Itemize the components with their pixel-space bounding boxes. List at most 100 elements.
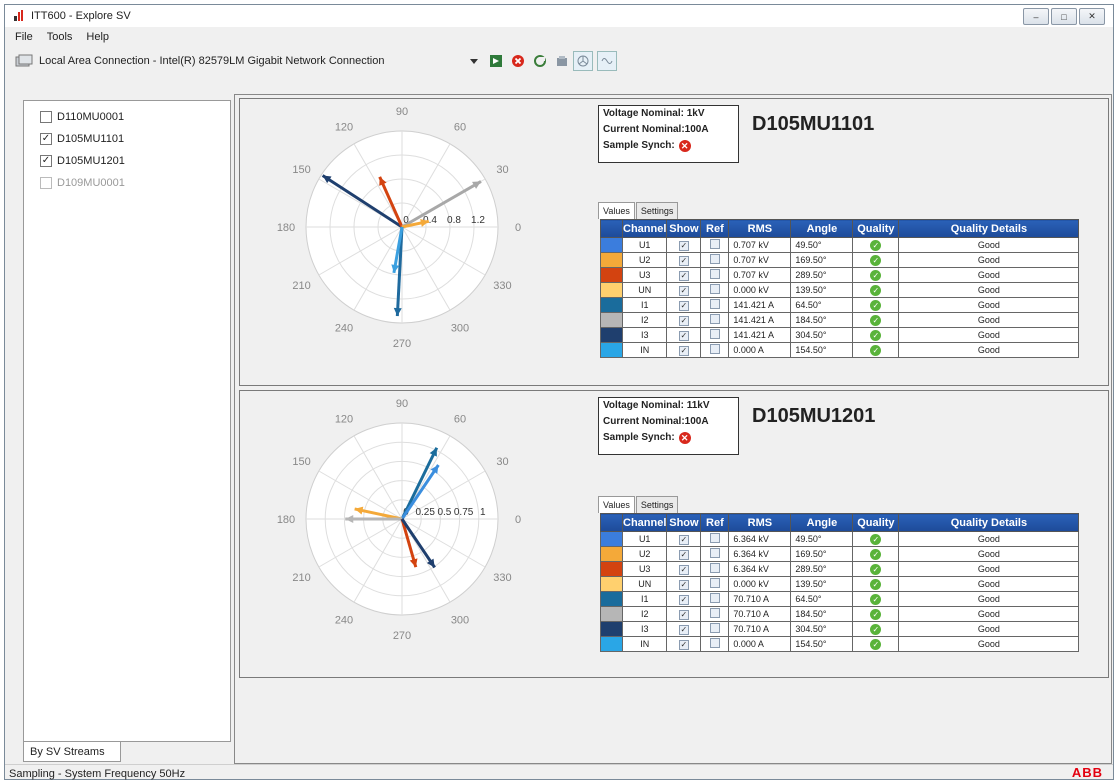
quality-details: Good [898,561,1080,577]
channel-name: U2 [621,252,668,268]
angle-tick-label: 180 [277,222,295,234]
export-icon[interactable] [555,54,569,68]
tab-values[interactable]: Values [598,496,635,513]
ref-checkbox[interactable] [709,329,720,339]
show-checkbox[interactable]: ✓ [678,285,689,296]
show-checkbox[interactable]: ✓ [678,255,689,266]
table-row[interactable]: U2 ✓ 6.364 kV 169.50° ✓ Good [600,546,1080,562]
column-header[interactable]: Quality [852,219,900,238]
ref-checkbox[interactable] [709,623,720,633]
show-checkbox[interactable]: ✓ [678,240,689,251]
ref-checkbox[interactable] [709,638,720,648]
table-row[interactable]: U2 ✓ 0.707 kV 169.50° ✓ Good [600,252,1080,268]
channel-name: I2 [621,606,668,622]
rms-value: 70.710 A [728,591,792,607]
show-checkbox[interactable]: ✓ [678,564,689,575]
column-header[interactable]: Quality Details [898,513,1080,532]
maximize-button[interactable]: □ [1051,8,1077,25]
stream-item-d105mu1201[interactable]: ✓ D105MU1201 [40,155,125,167]
quality-ok-icon: ✓ [870,314,882,326]
table-row[interactable]: I2 ✓ 141.421 A 184.50° ✓ Good [600,312,1080,328]
ref-checkbox[interactable] [709,299,720,309]
show-checkbox[interactable]: ✓ [678,609,689,620]
table-row[interactable]: I3 ✓ 141.421 A 304.50° ✓ Good [600,327,1080,343]
table-row[interactable]: I1 ✓ 141.421 A 64.50° ✓ Good [600,297,1080,313]
show-checkbox[interactable]: ✓ [678,579,689,590]
stream-item-d105mu1101[interactable]: ✓ D105MU1101 [40,133,124,145]
table-row[interactable]: I2 ✓ 70.710 A 184.50° ✓ Good [600,606,1080,622]
menu-help[interactable]: Help [86,31,109,43]
column-header[interactable]: Channel [621,219,668,238]
table-row[interactable]: I3 ✓ 70.710 A 304.50° ✓ Good [600,621,1080,637]
show-checkbox[interactable]: ✓ [678,330,689,341]
tab-settings[interactable]: Settings [635,202,679,219]
angle-value: 289.50° [790,561,854,577]
ref-checkbox[interactable] [709,608,720,618]
ref-checkbox[interactable] [709,284,720,294]
show-checkbox[interactable]: ✓ [678,345,689,356]
phasor-view-button[interactable] [573,51,593,71]
table-row[interactable]: U1 ✓ 6.364 kV 49.50° ✓ Good [600,531,1080,547]
ref-checkbox[interactable] [709,533,720,543]
channel-color-swatch [600,561,623,577]
column-header[interactable]: RMS [728,219,792,238]
stream-item-d110mu0001[interactable]: D110MU0001 [40,111,124,123]
column-header[interactable]: Quality Details [898,219,1080,238]
column-header[interactable]: RMS [728,513,792,532]
column-header[interactable]: Show [666,219,702,238]
ref-checkbox[interactable] [709,344,720,354]
table-row[interactable]: UN ✓ 0.000 kV 139.50° ✓ Good [600,282,1080,298]
tab-by-sv-streams[interactable]: By SV Streams [23,742,121,762]
column-header[interactable]: Ref [700,219,730,238]
tab-settings[interactable]: Settings [635,496,679,513]
refresh-icon[interactable] [533,54,547,68]
show-checkbox[interactable]: ✓ [678,624,689,635]
ref-checkbox[interactable] [709,548,720,558]
column-header[interactable]: Angle [790,513,854,532]
column-header[interactable]: Quality [852,513,900,532]
show-checkbox[interactable]: ✓ [678,534,689,545]
ref-checkbox[interactable] [709,593,720,603]
stream-checkbox[interactable]: ✓ [40,155,52,167]
stop-icon[interactable] [511,54,525,68]
column-header[interactable]: Ref [700,513,730,532]
ref-checkbox[interactable] [709,239,720,249]
table-row[interactable]: U3 ✓ 6.364 kV 289.50° ✓ Good [600,561,1080,577]
show-checkbox[interactable]: ✓ [678,315,689,326]
table-row[interactable]: I1 ✓ 70.710 A 64.50° ✓ Good [600,591,1080,607]
table-row[interactable]: IN ✓ 0.000 A 154.50° ✓ Good [600,636,1080,652]
phasor-polar-chart: 906030033030027024021018015012000.250.50… [277,398,521,642]
table-row[interactable]: UN ✓ 0.000 kV 139.50° ✓ Good [600,576,1080,592]
stream-checkbox[interactable]: ✓ [40,133,52,145]
table-row[interactable]: U1 ✓ 0.707 kV 49.50° ✓ Good [600,237,1080,253]
ref-checkbox[interactable] [709,563,720,573]
minimize-button[interactable]: – [1023,8,1049,25]
waveform-view-button[interactable] [597,51,617,71]
rms-value: 0.000 A [728,636,792,652]
show-checkbox[interactable]: ✓ [678,549,689,560]
show-checkbox[interactable]: ✓ [678,639,689,650]
dropdown-arrow-icon[interactable] [467,54,481,68]
close-button[interactable]: ✕ [1079,8,1105,25]
ref-checkbox[interactable] [709,269,720,279]
column-header[interactable]: Angle [790,219,854,238]
menu-tools[interactable]: Tools [47,31,73,43]
show-checkbox[interactable]: ✓ [678,594,689,605]
table-row[interactable]: IN ✓ 0.000 A 154.50° ✓ Good [600,342,1080,358]
ref-checkbox[interactable] [709,578,720,588]
connect-icon[interactable] [489,54,503,68]
rms-value: 0.707 kV [728,252,792,268]
show-checkbox[interactable]: ✓ [678,270,689,281]
menu-file[interactable]: File [15,31,33,43]
radial-tick-label: 0.75 [454,507,474,518]
column-header[interactable]: Show [666,513,702,532]
tab-values[interactable]: Values [598,202,635,219]
stream-checkbox[interactable] [40,111,52,123]
angle-tick-label: 330 [493,280,511,292]
column-header[interactable]: Channel [621,513,668,532]
show-checkbox[interactable]: ✓ [678,300,689,311]
ref-checkbox[interactable] [709,314,720,324]
table-row[interactable]: U3 ✓ 0.707 kV 289.50° ✓ Good [600,267,1080,283]
ref-checkbox[interactable] [709,254,720,264]
quality-details: Good [898,621,1080,637]
